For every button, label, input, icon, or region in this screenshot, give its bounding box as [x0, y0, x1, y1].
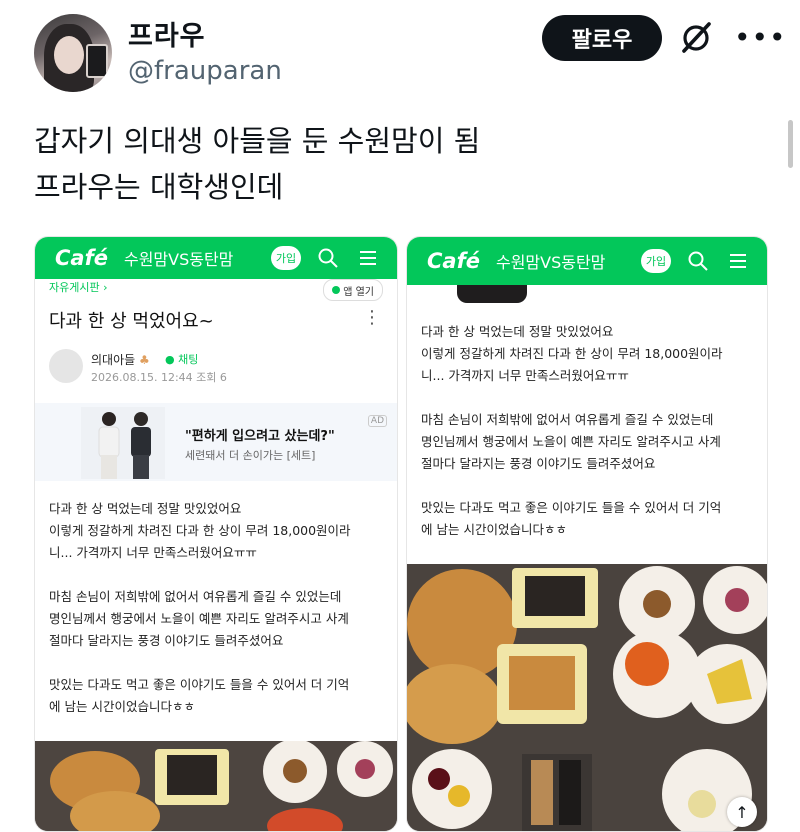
tweet-text: 갑자기 의대생 아들을 둔 수원맘이 됨 프라우는 대학생인데	[34, 118, 480, 210]
follow-button[interactable]: 팔로우	[542, 15, 662, 61]
ad-tag: AD	[367, 415, 387, 427]
cafe-name: 수원맘VS동탄맘	[495, 253, 606, 272]
ad-image-fragment	[407, 285, 767, 303]
post-body: 다과 한 상 먹었는데 정말 맛있었어요 이렇게 정갈하게 차려진 다과 한 상…	[421, 324, 723, 537]
grok-icon[interactable]	[678, 20, 714, 56]
cafe-header: Café 수원맘VS동탄맘 가입	[35, 237, 397, 279]
kebab-menu-icon: ⋮	[363, 307, 381, 328]
profile-avatar[interactable]	[34, 14, 112, 92]
dessert-photo	[407, 564, 767, 831]
cafe-logo: Café	[55, 246, 108, 270]
display-name[interactable]: 프라우	[128, 14, 206, 53]
search-icon	[688, 251, 708, 271]
cafe-header: Café 수원맘VS동탄맘 가입	[407, 237, 767, 285]
menu-icon	[730, 254, 746, 268]
ad-image	[81, 407, 165, 479]
more-options-icon[interactable]: •••	[734, 24, 787, 52]
join-button: 가입	[271, 246, 301, 270]
post-title: 다과 한 상 먹었어요~	[49, 311, 214, 332]
menu-icon	[360, 251, 376, 265]
page-scrollbar[interactable]	[788, 120, 793, 168]
ad-title: "편하게 입으려고 샀는데?"	[185, 429, 335, 444]
post-meta: 2026.08.15. 12:44 조회 6	[91, 371, 227, 384]
join-button: 가입	[641, 249, 671, 273]
author-avatar	[49, 349, 83, 383]
cafe-name: 수원맘VS동탄맘	[123, 250, 234, 269]
media-image-left[interactable]: Café 수원맘VS동탄맘 가입 자유게시판 › 앱 열기 다과 한 상 먹었어…	[34, 236, 398, 832]
arrow-up-icon: ↑	[727, 797, 757, 827]
ad-subtitle: 세련돼서 더 손이가는 [세트]	[185, 449, 316, 462]
app-open-badge: 앱 열기	[323, 279, 383, 301]
post-body: 다과 한 상 먹었는데 정말 맛있었어요 이렇게 정갈하게 차려진 다과 한 상…	[49, 501, 351, 714]
ad-banner: "편하게 입으려고 샀는데?" 세련돼서 더 손이가는 [세트] AD	[35, 403, 397, 481]
author-name: 의대아들 ♣	[91, 353, 150, 367]
chat-badge: ● 채팅	[165, 353, 199, 366]
user-handle[interactable]: @frauparan	[128, 56, 282, 86]
cafe-logo: Café	[427, 249, 480, 273]
dessert-photo	[35, 741, 397, 831]
media-image-right[interactable]: Café 수원맘VS동탄맘 가입 다과 한 상 먹었는데 정말 맛있었어요 이렇…	[406, 236, 768, 832]
tweet-text-line: 갑자기 의대생 아들을 둔 수원맘이 됨	[34, 124, 481, 158]
board-label: 자유게시판 ›	[49, 281, 108, 294]
search-icon	[318, 248, 338, 268]
tweet-text-line: 프라우는 대학생인데	[34, 170, 284, 204]
